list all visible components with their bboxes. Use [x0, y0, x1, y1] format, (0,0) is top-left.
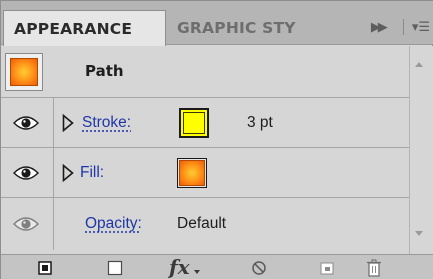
- disclosure-triangle-icon[interactable]: [62, 163, 74, 182]
- fill-color-swatch[interactable]: [177, 157, 207, 188]
- double-chevron-right-icon[interactable]: ▶▶: [371, 19, 388, 35]
- delete-item-icon[interactable]: [364, 259, 384, 277]
- visibility-column: [1, 148, 54, 197]
- object-row-path[interactable]: Path: [1, 46, 409, 98]
- fill-gradient: [179, 159, 205, 186]
- panel-menu-icon[interactable]: ▾☰: [412, 19, 430, 35]
- scroll-down-arrow-icon[interactable]: [415, 231, 423, 236]
- stroke-color-swatch[interactable]: [179, 107, 209, 138]
- tab-graphic-styles[interactable]: GRAPHIC STY: [167, 11, 315, 45]
- path-thumbnail: [5, 53, 43, 91]
- tab-appearance[interactable]: APPEARANCE: [3, 10, 166, 46]
- appearance-panel: APPEARANCE GRAPHIC STY ▶▶ ▾☰ Path Stroke…: [0, 0, 433, 279]
- appearance-list: Path Stroke: 3 pt Fill: Opacity: Default: [1, 46, 409, 254]
- eye-icon[interactable]: [13, 115, 39, 131]
- bottom-toolbar: fx: [1, 254, 433, 279]
- fx-dropdown-arrow-icon[interactable]: [194, 270, 200, 274]
- fx-effect-icon[interactable]: fx: [169, 255, 190, 279]
- visibility-column: [1, 98, 54, 147]
- fill-label[interactable]: Fill:: [80, 163, 104, 183]
- attribute-row-stroke[interactable]: Stroke: 3 pt: [1, 98, 409, 148]
- object-label: Path: [85, 62, 124, 80]
- clear-appearance-icon[interactable]: [249, 259, 269, 277]
- opacity-label[interactable]: Opacity:: [85, 214, 142, 234]
- add-new-fill-icon[interactable]: [105, 259, 125, 277]
- eye-icon[interactable]: [13, 216, 39, 232]
- add-new-stroke-icon[interactable]: [35, 259, 55, 277]
- duplicate-item-icon[interactable]: [317, 259, 337, 277]
- stroke-color-fill: [183, 111, 205, 134]
- tab-controls: ▶▶ ▾☰: [371, 14, 430, 40]
- panel-tab-bar: APPEARANCE GRAPHIC STY ▶▶ ▾☰: [1, 1, 433, 46]
- eye-icon[interactable]: [13, 165, 39, 181]
- stroke-weight-value[interactable]: 3 pt: [247, 113, 273, 133]
- gradient-swatch-icon: [10, 58, 38, 86]
- vertical-scrollbar[interactable]: [409, 46, 433, 254]
- stroke-label[interactable]: Stroke:: [82, 113, 131, 133]
- tab-controls-divider: [402, 19, 404, 35]
- attribute-row-opacity[interactable]: Opacity: Default: [1, 198, 409, 250]
- attribute-row-fill[interactable]: Fill:: [1, 148, 409, 198]
- opacity-value: Default: [177, 215, 227, 232]
- disclosure-triangle-icon[interactable]: [62, 113, 74, 132]
- visibility-column: [1, 198, 54, 250]
- scroll-up-arrow-icon[interactable]: [415, 62, 423, 67]
